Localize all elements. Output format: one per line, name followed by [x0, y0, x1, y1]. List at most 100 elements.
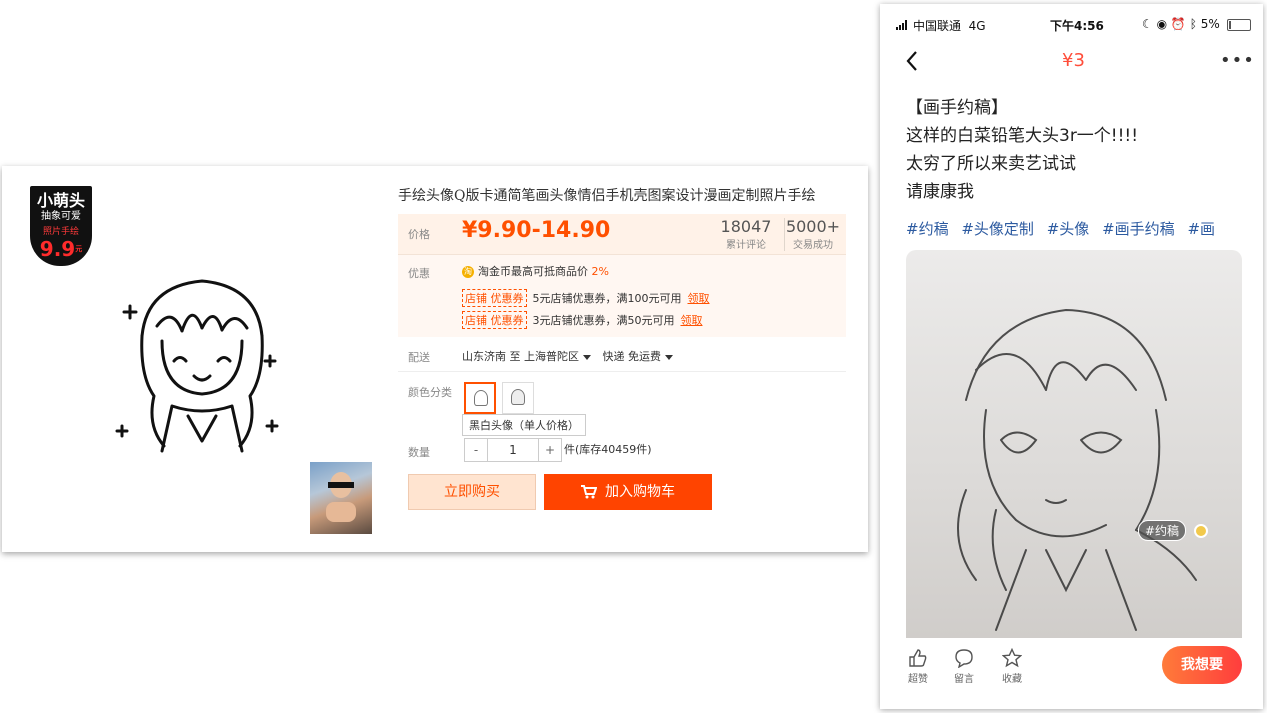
coin-percent: 2% — [591, 265, 609, 278]
battery-icon — [1226, 18, 1251, 31]
coin-promo: 淘淘金币最高可抵商品价 2% — [462, 263, 609, 279]
avatar-thumb-icon — [511, 389, 525, 405]
favorite-label: 收藏 — [1002, 674, 1022, 685]
coin-text: 淘金币最高可抵商品价 — [478, 265, 588, 278]
coupon-tag: 店铺 优惠券 — [462, 311, 527, 329]
network-type: 4G — [968, 19, 986, 33]
sales-count-label: 交易成功 — [793, 240, 833, 251]
action-buttons: 立即购买 加入购物车 — [398, 464, 846, 514]
comment-label: 留言 — [954, 674, 974, 685]
bottom-action-bar: 超赞 留言 收藏 我想要 — [880, 644, 1263, 704]
want-button[interactable]: 我想要 — [1162, 646, 1242, 684]
badge-price: 9.9元 — [30, 238, 92, 260]
promo-label: 优惠 — [408, 267, 430, 280]
sales-count: 5000+ — [785, 217, 841, 236]
post-line: 请康康我 — [906, 182, 974, 202]
more-options-icon[interactable]: ••• — [1220, 50, 1255, 71]
thumbs-up-icon — [909, 649, 927, 667]
price-label: 价格 — [408, 228, 430, 241]
hashtag[interactable]: #头像定制 — [961, 220, 1034, 238]
nav-price: ¥3 — [1062, 50, 1085, 71]
sales-count-stat: 5000+ 交易成功 — [784, 218, 841, 251]
cartoon-girl-illustration — [115, 279, 279, 453]
shipping-destination: 上海普陀区 — [524, 350, 579, 363]
color-swatch-color[interactable] — [502, 382, 534, 414]
battery-level — [1228, 20, 1231, 29]
signal-icon — [896, 20, 907, 30]
hashtag[interactable]: #画手约稿 — [1102, 220, 1175, 238]
thumbnail-photo[interactable] — [310, 462, 372, 534]
coupon-text: 3元店铺优惠券，满50元可用 — [532, 314, 675, 327]
comment-button[interactable]: 留言 — [944, 648, 984, 685]
nav-bar: ¥3 ••• — [880, 44, 1263, 80]
quantity-decrease-button[interactable]: - — [465, 439, 488, 461]
color-options-row: 颜色分类 黑白头像（单人价格） — [398, 372, 846, 436]
quantity-increase-button[interactable]: + — [538, 439, 561, 461]
favorite-button[interactable]: 收藏 — [992, 648, 1032, 685]
taobao-coin-icon: 淘 — [462, 266, 474, 278]
badge-title: 小萌头 — [36, 191, 85, 210]
back-arrow-icon[interactable] — [906, 50, 918, 72]
shipping-method-select[interactable]: 快递 免运费 — [603, 350, 682, 363]
bluetooth-icon: ᛒ — [1189, 17, 1197, 31]
hashtag[interactable]: #画 — [1187, 220, 1215, 238]
review-count-stat[interactable]: 18047 累计评论 — [716, 217, 776, 252]
quantity-stepper: - 1 + — [464, 438, 562, 462]
sketch-photo[interactable]: #约稿 — [906, 250, 1242, 638]
coupon-claim-link[interactable]: 领取 — [688, 292, 710, 305]
status-bar: 中国联通 4G 下午4:56 ☾ ◉ ⏰ ᛒ 5% — [880, 4, 1263, 44]
carrier-name: 中国联通 — [913, 19, 962, 33]
status-carrier-area: 中国联通 4G — [896, 17, 986, 34]
swatch-tooltip: 黑白头像（单人价格） — [462, 414, 586, 436]
shipping-from: 山东济南 至 — [462, 350, 521, 363]
status-icons: ☾ ◉ ⏰ ᛒ 5% — [1142, 17, 1251, 31]
chevron-down-icon — [583, 354, 591, 360]
color-label: 颜色分类 — [408, 386, 452, 399]
lock-rotation-icon: ◉ — [1156, 17, 1168, 31]
badge-body: 小萌头 抽象可爱 照片手绘 9.9元 — [30, 186, 92, 266]
shipping-info: 山东济南 至 上海普陀区 快递 免运费 — [462, 348, 681, 364]
review-count: 18047 — [720, 217, 772, 236]
status-time: 下午4:56 — [1050, 19, 1104, 33]
badge-yuan: 元 — [75, 245, 83, 253]
product-title: 手绘头像Q版卡通简笔画头像情侣手机壳图案设计漫画定制照片手绘 — [398, 188, 816, 204]
photo-hashtag-label[interactable]: #约稿 — [1138, 520, 1187, 541]
coupon-row: 店铺 优惠券 3元店铺优惠券，满50元可用 领取 — [462, 311, 703, 329]
battery-percent: 5% — [1200, 17, 1220, 31]
post-line: 这样的白菜铅笔大头3r一个!!!! — [906, 126, 1139, 146]
pencil-sketch-girl — [957, 308, 1197, 631]
add-to-cart-label: 加入购物车 — [605, 484, 675, 500]
quantity-input[interactable]: 1 — [487, 439, 539, 461]
product-card: 小萌头 抽象可爱 照片手绘 9.9元 手绘头像Q版卡通简笔画头像情侣手机壳图案设… — [2, 166, 868, 552]
product-info: 手绘头像Q版卡通简笔画头像情侣手机壳图案设计漫画定制照片手绘 价格 ¥9.90-… — [398, 186, 846, 514]
quantity-label: 数量 — [408, 446, 430, 459]
add-to-cart-button[interactable]: 加入购物车 — [544, 474, 712, 510]
promo-box: 优惠 淘淘金币最高可抵商品价 2% 店铺 优惠券 5元店铺优惠券，满100元可用领… — [398, 254, 846, 337]
hashtag[interactable]: #头像 — [1047, 220, 1090, 238]
photo-tag-dot — [1194, 524, 1208, 538]
post-line: 【画手约稿】 — [906, 98, 1008, 118]
stock-text: 件(库存40459件) — [564, 443, 652, 456]
star-icon — [1002, 648, 1022, 668]
price-box: 价格 ¥9.90-14.90 18047 累计评论 5000+ 交易成功 — [398, 214, 846, 254]
shipping-row: 配送 山东济南 至 上海普陀区 快递 免运费 — [398, 337, 846, 372]
buy-now-button[interactable]: 立即购买 — [408, 474, 536, 510]
shipping-destination-select[interactable]: 上海普陀区 — [524, 350, 599, 363]
coupon-text: 5元店铺优惠券，满100元可用 — [532, 292, 682, 305]
promo-badge: 小萌头 抽象可爱 照片手绘 9.9元 — [30, 186, 92, 286]
hashtag-list: #约稿 #头像定制 #头像 #画手约稿 #画 — [906, 218, 1223, 239]
like-button[interactable]: 超赞 — [898, 648, 938, 685]
shipping-label: 配送 — [408, 351, 430, 364]
badge-price-value: 9.9 — [39, 237, 76, 261]
photo-censor-bar — [328, 482, 354, 488]
shipping-method: 快递 免运费 — [602, 350, 662, 363]
avatar-thumb-icon — [474, 390, 488, 406]
photo-hand — [326, 502, 356, 522]
coupon-tag: 店铺 优惠券 — [462, 289, 527, 307]
hashtag[interactable]: #约稿 — [906, 220, 949, 238]
moon-icon: ☾ — [1142, 17, 1153, 31]
color-swatch-bw[interactable] — [464, 382, 496, 414]
chevron-down-icon — [665, 354, 673, 360]
coupon-claim-link[interactable]: 领取 — [681, 314, 703, 327]
alarm-icon: ⏰ — [1170, 17, 1186, 31]
